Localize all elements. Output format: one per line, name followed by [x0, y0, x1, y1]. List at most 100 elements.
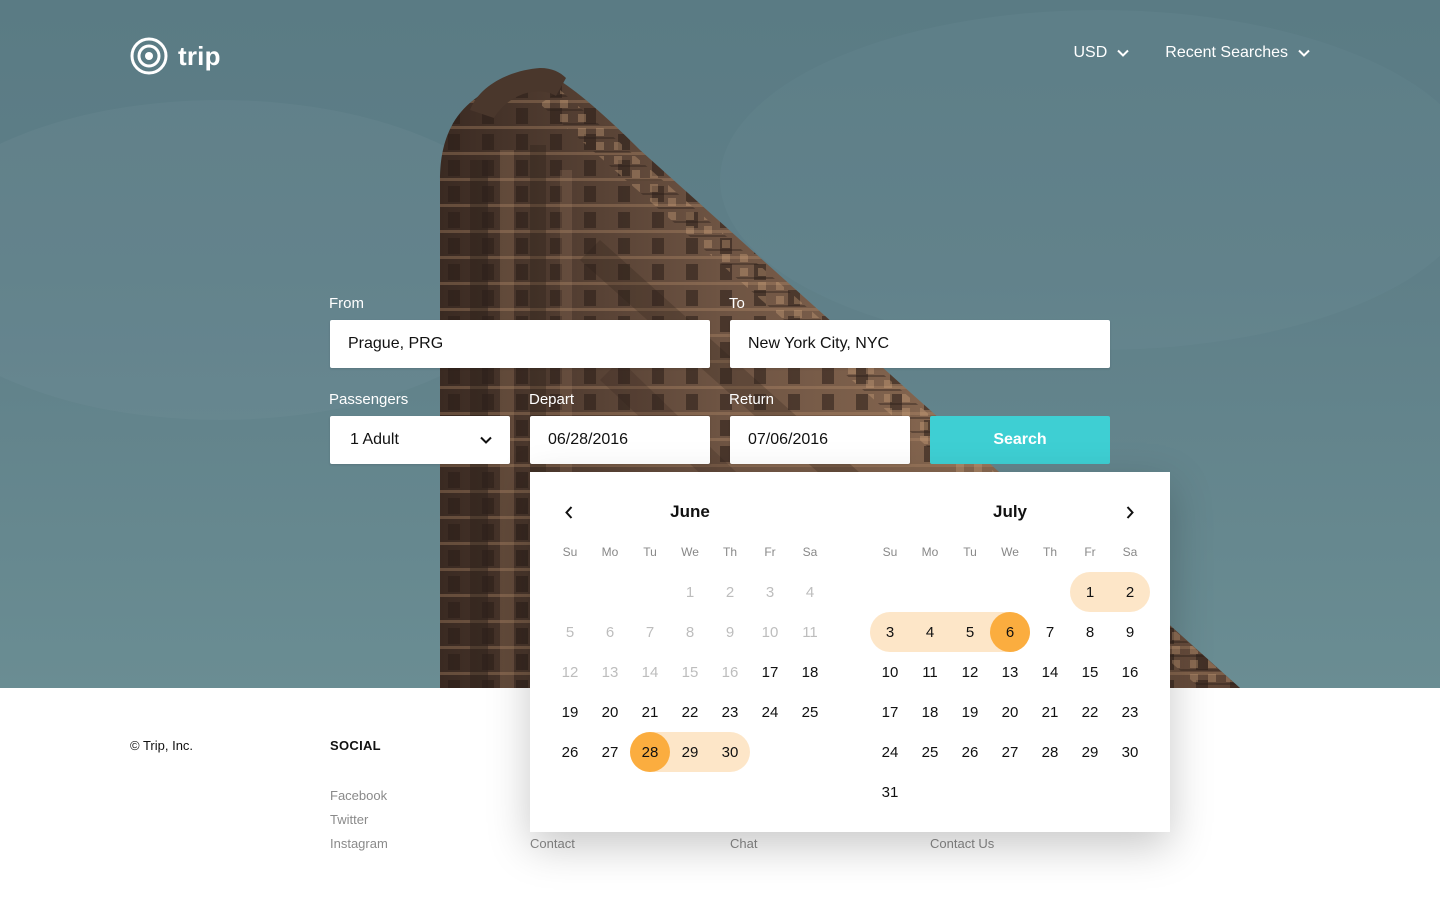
twitter-link[interactable]: Twitter [330, 808, 388, 832]
recent-searches-label: Recent Searches [1165, 44, 1288, 61]
calendar-day[interactable]: 12 [950, 652, 990, 692]
calendar-day[interactable]: 15 [1070, 652, 1110, 692]
calendar-day[interactable]: 24 [870, 732, 910, 772]
top-nav: USD Recent Searches [1073, 44, 1310, 62]
calendar-day[interactable]: 2 [1110, 572, 1150, 612]
month-title: July [992, 502, 1028, 521]
calendar-day: 11 [802, 623, 818, 641]
day-grid: 1 2 3 4 5 6 7 8 9 10 11 12 13 14 15 16 17 18 19 20 21 22 23 24 2… [550, 572, 830, 772]
calendar-day[interactable]: 5 [950, 612, 990, 652]
chevron-down-icon [1298, 49, 1310, 57]
calendar-day-empty [1030, 572, 1070, 612]
passengers-select[interactable]: 1 Adult [330, 416, 510, 464]
recent-searches-dropdown[interactable]: Recent Searches [1165, 44, 1310, 62]
calendar-day-empty [550, 572, 590, 612]
calendar-day[interactable]: 19 [550, 692, 590, 732]
contact-link[interactable]: Contact [530, 832, 575, 856]
calendar-day[interactable]: 31 [870, 772, 910, 812]
weekday: Mo [601, 545, 619, 559]
calendar-day-empty [630, 572, 670, 612]
social-links: Facebook Twitter Instagram [330, 784, 388, 856]
calendar-day[interactable]: 25 [790, 692, 830, 732]
calendar-day: 5 [565, 623, 575, 641]
calendar-day[interactable]: 17 [750, 652, 790, 692]
to-input[interactable]: New York City, NYC [730, 320, 1110, 368]
calendar-day[interactable]: 10 [870, 652, 910, 692]
calendar-day[interactable]: 13 [990, 652, 1030, 692]
weekday: Mo [921, 545, 939, 559]
calendar-day: 13 [601, 663, 619, 681]
calendar-day[interactable]: 11 [910, 652, 950, 692]
calendar-day: 6 [605, 623, 615, 641]
calendar-day[interactable]: 25 [910, 732, 950, 772]
calendar-day[interactable]: 24 [750, 692, 790, 732]
date-picker-popup: June Su Mo Tu We Th Fr Sa 1 2 3 4 5 6 7 8 9 10 11 1… [530, 472, 1170, 832]
calendar-day: 4 [805, 583, 815, 601]
calendar-day[interactable]: 14 [1030, 652, 1070, 692]
calendar-day[interactable]: 3 [870, 612, 910, 652]
calendar-day: 1 [685, 583, 695, 601]
currency-dropdown[interactable]: USD [1073, 44, 1129, 62]
return-label: Return [729, 391, 775, 408]
weekday: Sa [802, 545, 818, 559]
calendar-day[interactable]: 26 [550, 732, 590, 772]
calendar-day-return-selected[interactable]: 6 [990, 612, 1030, 652]
calendar-day[interactable]: 29 [670, 732, 710, 772]
facebook-link[interactable]: Facebook [330, 784, 388, 808]
calendar-day[interactable]: 28 [1030, 732, 1070, 772]
weekday: Th [722, 545, 737, 559]
chat-link[interactable]: Chat [730, 832, 757, 856]
calendar-day[interactable]: 22 [670, 692, 710, 732]
calendar-day[interactable]: 27 [590, 732, 630, 772]
weekday: Su [562, 545, 578, 559]
calendar-day[interactable]: 23 [1110, 692, 1150, 732]
calendar-day[interactable]: 23 [710, 692, 750, 732]
month-title: June [670, 502, 710, 521]
footer-column-social: SOCIAL [330, 738, 381, 753]
calendar-day[interactable]: 18 [790, 652, 830, 692]
calendar-day: 7 [645, 623, 655, 641]
return-date-input[interactable]: 07/06/2016 [730, 416, 910, 464]
logo-target-icon [130, 37, 168, 75]
calendar-day[interactable]: 20 [990, 692, 1030, 732]
footer-column-4: Contact Us [930, 832, 994, 856]
calendar-day[interactable]: 18 [910, 692, 950, 732]
to-label: To [729, 295, 745, 312]
copyright: © Trip, Inc. [130, 738, 194, 753]
contact-us-link[interactable]: Contact Us [930, 832, 994, 856]
calendar-day[interactable]: 20 [590, 692, 630, 732]
calendar-day[interactable]: 8 [1070, 612, 1110, 652]
calendar-day[interactable]: 29 [1070, 732, 1110, 772]
depart-date-input[interactable]: 06/28/2016 [530, 416, 710, 464]
calendar-day[interactable]: 30 [710, 732, 750, 772]
calendar-day[interactable]: 16 [1110, 652, 1150, 692]
calendar-day[interactable]: 27 [990, 732, 1030, 772]
weekday: Tu [643, 545, 657, 559]
calendar-day[interactable]: 19 [950, 692, 990, 732]
calendar-day[interactable]: 22 [1070, 692, 1110, 732]
search-button[interactable]: Search [930, 416, 1110, 464]
calendar-day[interactable]: 17 [870, 692, 910, 732]
calendar-day[interactable]: 1 [1070, 572, 1110, 612]
depart-label: Depart [529, 391, 575, 408]
currency-label: USD [1073, 44, 1108, 61]
weekday: Tu [963, 545, 977, 559]
logo[interactable]: trip [130, 37, 221, 75]
from-label: From [329, 295, 364, 312]
calendar-day-empty [590, 572, 630, 612]
calendar-day-depart-selected[interactable]: 28 [630, 732, 670, 772]
calendar-day[interactable]: 30 [1110, 732, 1150, 772]
from-input[interactable]: Prague, PRG [330, 320, 710, 368]
calendar-day[interactable]: 26 [950, 732, 990, 772]
instagram-link[interactable]: Instagram [330, 832, 388, 856]
calendar-day-empty [870, 572, 910, 612]
calendar-day[interactable]: 4 [910, 612, 950, 652]
weekday: We [681, 545, 699, 559]
calendar-day-empty [950, 572, 990, 612]
calendar-day[interactable]: 21 [1030, 692, 1070, 732]
calendar-day: 14 [641, 663, 659, 681]
calendar-day[interactable]: 21 [630, 692, 670, 732]
calendar-day[interactable]: 9 [1110, 612, 1150, 652]
calendar-day[interactable]: 7 [1030, 612, 1070, 652]
passengers-label: Passengers [329, 391, 409, 408]
